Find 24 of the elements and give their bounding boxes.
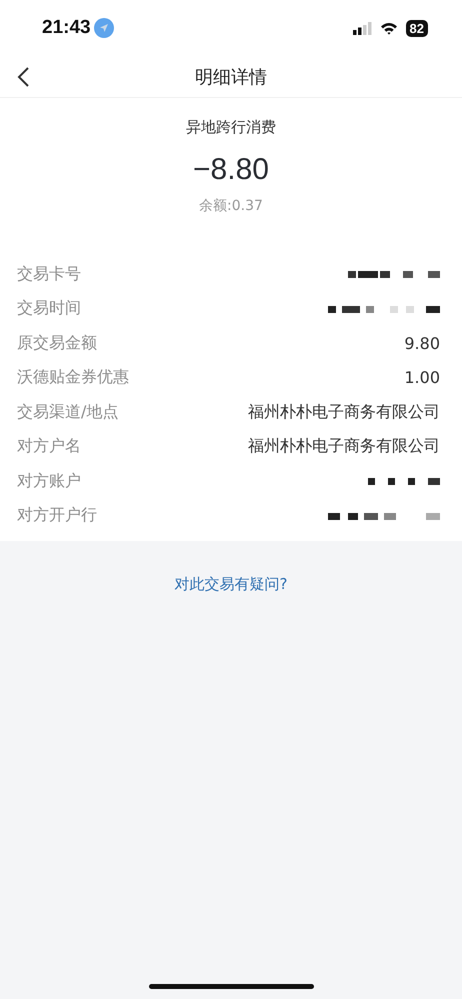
- detail-value: 福州朴朴电子商务有限公司: [248, 402, 440, 423]
- balance: 余额:0.37: [199, 197, 263, 215]
- page-title: 明细详情: [195, 66, 267, 88]
- clock-time: 21:43: [42, 17, 91, 39]
- detail-label: 沃德贴金券优惠: [17, 367, 129, 388]
- battery-level: 82: [406, 20, 428, 36]
- detail-value: 9.80: [404, 334, 440, 353]
- back-icon: [16, 66, 30, 88]
- transaction-type: 异地跨行消费: [186, 118, 276, 137]
- detail-label: 对方户名: [17, 436, 81, 458]
- amount: −8.80: [193, 153, 269, 187]
- location-icon: [94, 18, 114, 38]
- detail-label: 交易卡号: [17, 264, 81, 285]
- signal-icon: [352, 22, 372, 34]
- detail-value: 福州朴朴电子商务有限公司: [248, 436, 440, 458]
- detail-label: 原交易金额: [17, 332, 97, 354]
- wifi-icon: [380, 22, 398, 34]
- pixelated-value: [368, 475, 440, 488]
- detail-value: 1.00: [404, 368, 440, 388]
- detail-label: 对方账户: [17, 470, 81, 492]
- detail-label: 交易时间: [17, 298, 81, 320]
- detail-label: 对方开户行: [17, 505, 97, 526]
- detail-label: 交易渠道/地点: [17, 402, 118, 423]
- question-link[interactable]: 对此交易有疑问?: [174, 575, 288, 594]
